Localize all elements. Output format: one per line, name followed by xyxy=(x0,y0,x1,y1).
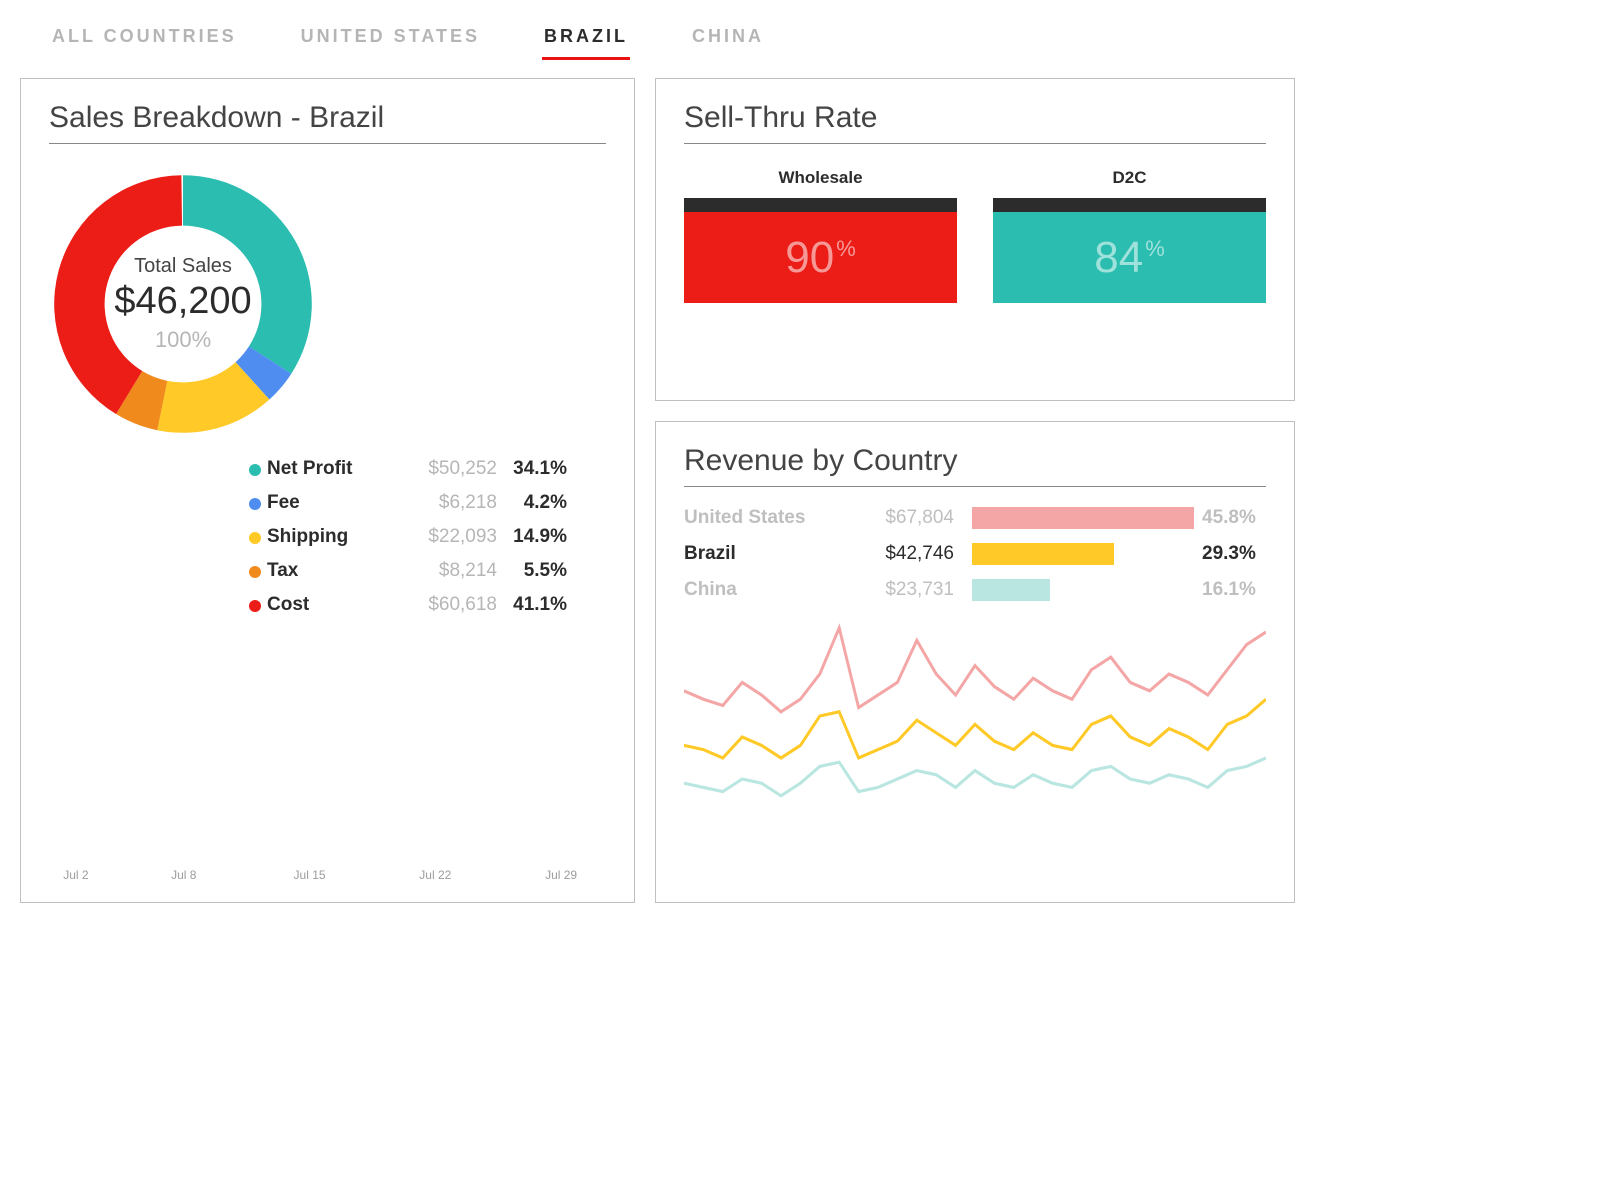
legend-pct: 34.1% xyxy=(497,458,567,480)
legend-name: Cost xyxy=(267,594,397,616)
tab-brazil[interactable]: BRAZIL xyxy=(542,20,630,60)
sales-breakdown-panel: Sales Breakdown - Brazil Total Sales $46… xyxy=(20,78,635,903)
tab-all-countries[interactable]: ALL COUNTRIES xyxy=(50,20,239,60)
legend-name: Shipping xyxy=(267,526,397,548)
country-tabs: ALL COUNTRIES UNITED STATES BRAZIL CHINA xyxy=(20,20,1300,78)
sales-title: Sales Breakdown - Brazil xyxy=(49,101,606,135)
revenue-country-name: Brazil xyxy=(684,543,854,565)
legend-dot xyxy=(249,566,261,578)
revenue-country-pct: 45.8% xyxy=(1196,507,1266,529)
revenue-country-name: United States xyxy=(684,507,854,529)
revenue-country-bar xyxy=(972,507,1194,529)
revenue-country-value: $23,731 xyxy=(854,579,954,601)
revenue-country-bar xyxy=(972,579,1050,601)
revenue-country-rows: United States$67,804 45.8% Brazil$42,746 29… xyxy=(684,507,1266,601)
sellthru-label: D2C xyxy=(993,168,1266,188)
sellthru-wholesale: Wholesale 90% xyxy=(684,168,957,303)
sellthru-value: 90% xyxy=(785,233,856,283)
legend-dot xyxy=(249,498,261,510)
x-tick: Jul 2 xyxy=(63,868,88,882)
legend-pct: 4.2% xyxy=(497,492,567,514)
sales-legend: Net Profit$50,25234.1% Fee$6,2184.2% Shipp… xyxy=(249,458,606,616)
tab-china[interactable]: CHINA xyxy=(690,20,766,60)
legend-pct: 5.5% xyxy=(497,560,567,582)
revenue-country-bar xyxy=(972,543,1114,565)
sell-thru-panel: Sell-Thru Rate Wholesale 90% D2C 84% xyxy=(655,78,1295,401)
x-tick: Jul 8 xyxy=(171,868,196,882)
x-tick: Jul 29 xyxy=(545,868,577,882)
sell-thru-title: Sell-Thru Rate xyxy=(684,101,1266,135)
revenue-trend-chart xyxy=(684,611,1266,821)
sellthru-value: 84% xyxy=(1094,233,1165,283)
legend-pct: 41.1% xyxy=(497,594,567,616)
sales-stacked-bar-chart: Jul 2 Jul 8 Jul 15 Jul 22 Jul 29 xyxy=(49,628,606,888)
legend-value: $22,093 xyxy=(397,526,497,548)
sellthru-label: Wholesale xyxy=(684,168,957,188)
x-tick: Jul 22 xyxy=(419,868,451,882)
sales-donut-chart: Total Sales $46,200 100% xyxy=(43,164,323,444)
legend-dot xyxy=(249,532,261,544)
legend-name: Net Profit xyxy=(267,458,397,480)
total-sales-label: Total Sales xyxy=(134,255,232,278)
revenue-by-country-panel: Revenue by Country United States$67,804 4… xyxy=(655,421,1295,903)
revenue-country-name: China xyxy=(684,579,854,601)
revenue-country-value: $67,804 xyxy=(854,507,954,529)
legend-name: Tax xyxy=(267,560,397,582)
revenue-country-pct: 29.3% xyxy=(1196,543,1266,565)
legend-value: $60,618 xyxy=(397,594,497,616)
sellthru-d2c: D2C 84% xyxy=(993,168,1266,303)
revenue-title: Revenue by Country xyxy=(684,444,1266,478)
tab-united-states[interactable]: UNITED STATES xyxy=(299,20,482,60)
revenue-country-pct: 16.1% xyxy=(1196,579,1266,601)
legend-value: $6,218 xyxy=(397,492,497,514)
x-tick: Jul 15 xyxy=(294,868,326,882)
legend-dot xyxy=(249,600,261,612)
legend-dot xyxy=(249,464,261,476)
total-sales-value: $46,200 xyxy=(114,280,251,323)
legend-name: Fee xyxy=(267,492,397,514)
revenue-country-value: $42,746 xyxy=(854,543,954,565)
legend-value: $50,252 xyxy=(397,458,497,480)
legend-pct: 14.9% xyxy=(497,526,567,548)
total-sales-pct: 100% xyxy=(155,327,211,353)
legend-value: $8,214 xyxy=(397,560,497,582)
